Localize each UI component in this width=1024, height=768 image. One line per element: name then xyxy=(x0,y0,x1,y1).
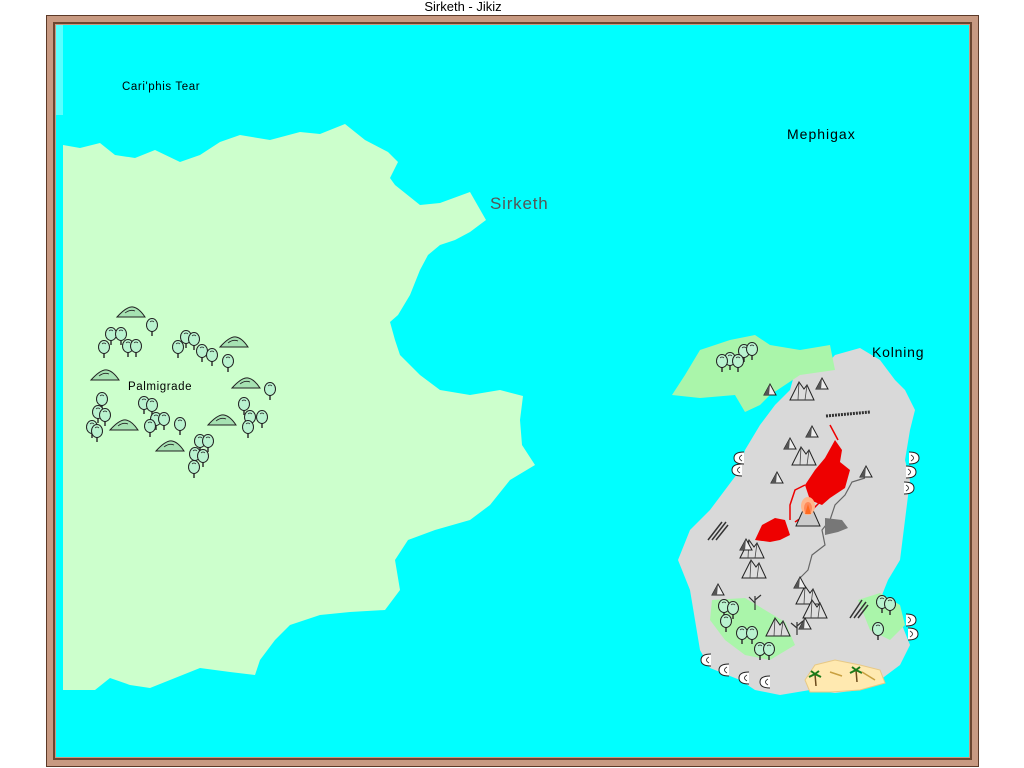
surf-icon xyxy=(759,675,771,689)
surf-icon xyxy=(733,451,745,465)
surf-icon xyxy=(907,627,919,641)
surf-icon xyxy=(905,613,917,627)
window-title: Sirketh - Jikiz xyxy=(424,0,502,14)
surf-icon xyxy=(908,451,920,465)
surf-icon xyxy=(905,465,917,479)
map-border-strip xyxy=(56,25,63,115)
surf-icon xyxy=(731,463,743,477)
label-mephigax: Mephigax xyxy=(787,126,856,142)
label-palmigrade: Palmigrade xyxy=(128,381,192,393)
surf-icon xyxy=(738,671,750,685)
map-canvas[interactable]: Cari'phis Tear Mephigax Sirketh Kolning … xyxy=(46,15,979,767)
label-kolning: Kolning xyxy=(872,344,924,360)
surf-icon xyxy=(718,663,730,677)
surf-icon xyxy=(700,653,712,667)
surf-icon xyxy=(903,481,915,495)
map-frame: Cari'phis Tear Mephigax Sirketh Kolning … xyxy=(46,15,979,767)
label-cariphis-tear: Cari'phis Tear xyxy=(122,81,200,93)
label-sirketh: Sirketh xyxy=(490,194,549,213)
